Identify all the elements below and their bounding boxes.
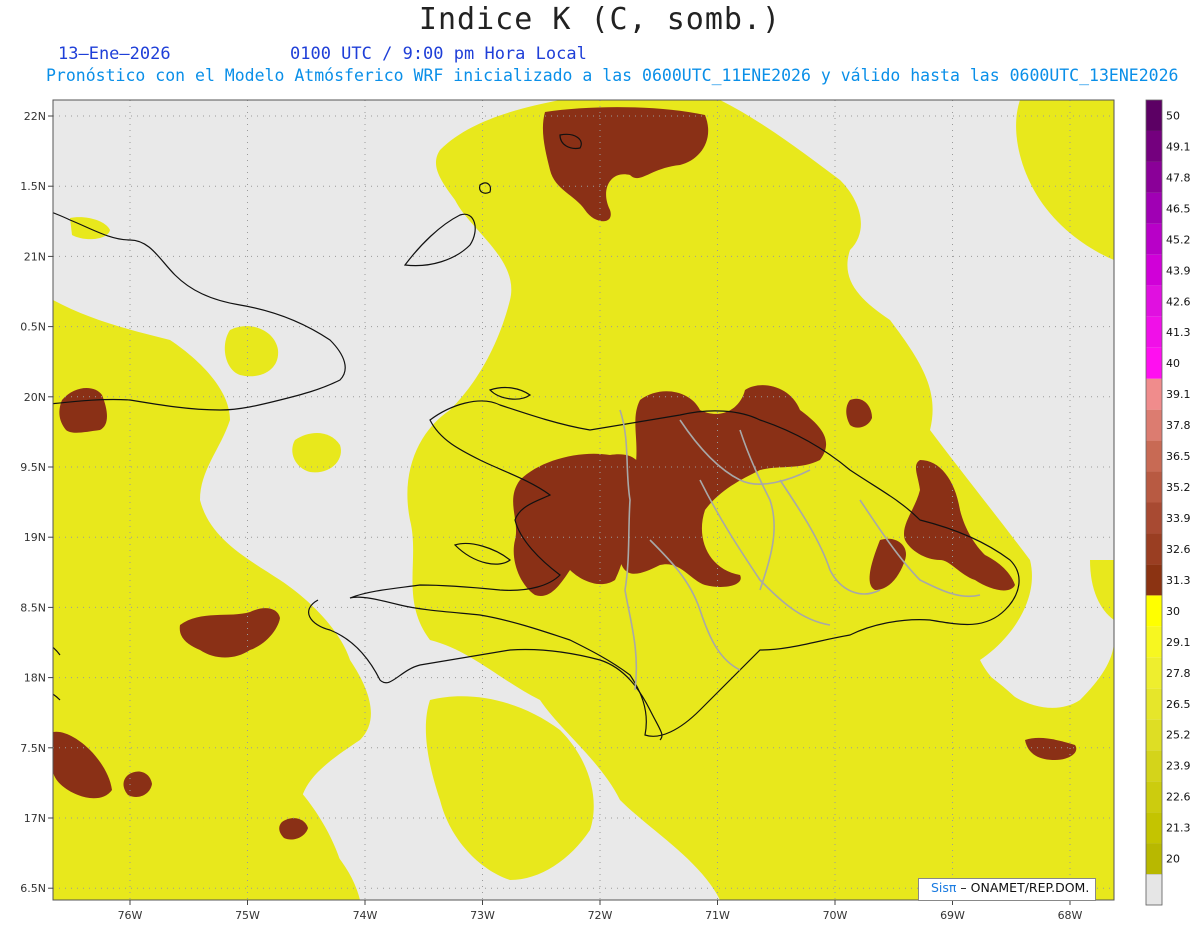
colorbar-swatch xyxy=(1146,688,1162,720)
colorbar-label: 36.5 xyxy=(1166,450,1191,463)
colorbar-swatch xyxy=(1146,254,1162,286)
colorbar-label: 31.3 xyxy=(1166,574,1191,587)
colorbar-swatch xyxy=(1146,130,1162,162)
lon-tick-label: 68W xyxy=(1058,909,1083,922)
colorbar-swatch xyxy=(1146,471,1162,503)
colorbar-label: 46.5 xyxy=(1166,202,1191,215)
lon-tick-label: 74W xyxy=(353,909,378,922)
lat-tick-label: 9.5N xyxy=(20,461,46,474)
colorbar: 20 21.3 22.6 23.9 25.2 26.5 27.8 29.1 30 31.3 32.6… xyxy=(1145,99,1191,906)
colorbar-swatch xyxy=(1146,781,1162,813)
k-index-map: 22N 1.5N 21N 0.5N 20N 9.5N 19N 8.5N 18N 7.5N 17N 6.… xyxy=(20,99,1191,922)
lat-tick-label: 1.5N xyxy=(20,180,46,193)
colorbar-label: 35.2 xyxy=(1166,481,1191,494)
colorbar-swatch xyxy=(1146,719,1162,751)
lon-tick-label: 75W xyxy=(235,909,260,922)
lon-tick-label: 76W xyxy=(118,909,143,922)
colorbar-label: 20 xyxy=(1166,853,1180,866)
colorbar-label: 27.8 xyxy=(1166,667,1191,680)
colorbar-swatch xyxy=(1146,161,1162,193)
colorbar-label: 21.3 xyxy=(1166,822,1191,835)
colorbar-swatch xyxy=(1146,440,1162,472)
lon-tick-label: 70W xyxy=(823,909,848,922)
colorbar-swatch xyxy=(1146,409,1162,441)
colorbar-label: 37.8 xyxy=(1166,419,1191,432)
lat-tick-label: 22N xyxy=(24,110,46,123)
colorbar-label: 29.1 xyxy=(1166,636,1191,649)
map-area: 22N 1.5N 21N 0.5N 20N 9.5N 19N 8.5N 18N 7.5N 17N 6.… xyxy=(0,0,1200,927)
colorbar-swatch xyxy=(1146,502,1162,534)
colorbar-missing-swatch xyxy=(1145,873,1163,906)
colorbar-label: 42.6 xyxy=(1166,295,1191,308)
colorbar-swatch xyxy=(1146,595,1162,627)
colorbar-swatch xyxy=(1146,564,1162,596)
colorbar-label: 22.6 xyxy=(1166,791,1191,804)
colorbar-swatch xyxy=(1146,378,1162,410)
lon-tick-label: 72W xyxy=(588,909,613,922)
colorbar-swatch xyxy=(1146,347,1162,379)
colorbar-label: 40 xyxy=(1166,357,1180,370)
colorbar-label: 50 xyxy=(1166,109,1180,122)
colorbar-swatch xyxy=(1146,316,1162,348)
colorbar-label: 43.9 xyxy=(1166,264,1191,277)
colorbar-label: 26.5 xyxy=(1166,698,1191,711)
colorbar-label: 47.8 xyxy=(1166,171,1191,184)
colorbar-swatch xyxy=(1146,223,1162,255)
colorbar-label: 32.6 xyxy=(1166,543,1191,556)
colorbar-swatch xyxy=(1146,285,1162,317)
latitude-axis: 22N 1.5N 21N 0.5N 20N 9.5N 19N 8.5N 18N 7.5N 17N 6.… xyxy=(20,110,53,895)
colorbar-label: 25.2 xyxy=(1166,729,1191,742)
colorbar-swatch xyxy=(1146,192,1162,224)
colorbar-label: 33.9 xyxy=(1166,512,1191,525)
colorbar-label: 41.3 xyxy=(1166,326,1191,339)
lon-tick-label: 71W xyxy=(705,909,730,922)
colorbar-swatch xyxy=(1146,812,1162,844)
lat-tick-label: 7.5N xyxy=(20,742,46,755)
credit-org: – ONAMET/REP.DOM. xyxy=(956,880,1090,895)
colorbar-label: 30 xyxy=(1166,605,1180,618)
lat-tick-label: 0.5N xyxy=(20,321,46,334)
lon-tick-label: 73W xyxy=(470,909,495,922)
colorbar-swatch xyxy=(1146,533,1162,565)
lat-tick-label: 18N xyxy=(24,672,46,685)
colorbar-label: 23.9 xyxy=(1166,760,1191,773)
lat-tick-label: 21N xyxy=(24,250,46,263)
colorbar-swatch xyxy=(1146,626,1162,658)
lat-tick-label: 6.5N xyxy=(20,882,46,895)
colorbar-label: 49.1 xyxy=(1166,140,1191,153)
lat-tick-label: 17N xyxy=(24,812,46,825)
lat-tick-label: 8.5N xyxy=(20,601,46,614)
colorbar-swatch xyxy=(1146,100,1162,131)
colorbar-swatch xyxy=(1146,657,1162,689)
colorbar-label: 39.1 xyxy=(1166,388,1191,401)
colorbar-swatch xyxy=(1146,843,1162,875)
lat-tick-label: 19N xyxy=(24,531,46,544)
longitude-axis: 76W 75W 74W 73W 72W 71W 70W 69W 68W xyxy=(118,900,1083,922)
credit-brand: Sisπ xyxy=(931,880,957,895)
colorbar-label: 45.2 xyxy=(1166,233,1191,246)
lon-tick-label: 69W xyxy=(940,909,965,922)
lat-tick-label: 20N xyxy=(24,391,46,404)
colorbar-swatch xyxy=(1146,750,1162,782)
credit-box: Sisπ – ONAMET/REP.DOM. xyxy=(918,878,1097,901)
